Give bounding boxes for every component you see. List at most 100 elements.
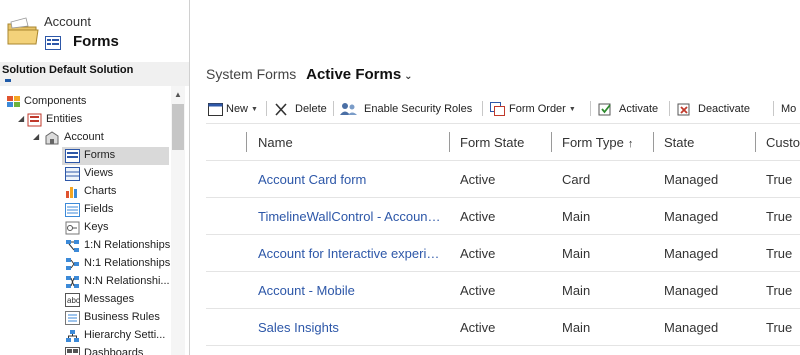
collapse-indicator-icon[interactable] (5, 79, 11, 82)
tree-item-label: Fields (84, 203, 114, 215)
toolbar-separator (266, 101, 267, 116)
tree-item-label: N:N Relationshi... (84, 275, 170, 287)
scroll-up-icon[interactable]: ▲ (174, 90, 182, 99)
activate-button[interactable]: Activate (598, 97, 658, 121)
form-name-link[interactable]: TimelineWallControl - Account Main (258, 209, 444, 224)
solution-tree: Components ◢ Entities ◢ Account Forms Vi… (0, 93, 172, 355)
delete-button[interactable]: Delete (274, 97, 327, 121)
form-order-label: Form Order (509, 103, 566, 115)
tree-item-messages[interactable]: abc Messages (0, 291, 172, 309)
tree-scrollbar[interactable]: ▲ (171, 86, 185, 355)
activate-label: Activate (619, 103, 659, 115)
form-state-cell: Active (460, 246, 496, 261)
tree-item-keys[interactable]: Keys (0, 219, 172, 237)
table-row[interactable]: TimelineWallControl - Account Main Activ… (206, 198, 800, 235)
form-type-cell: Main (562, 320, 591, 335)
toolbar-separator (333, 101, 334, 116)
entity-subtitle: Forms (73, 33, 119, 50)
tree-item-hierarchy-settings[interactable]: Hierarchy Setti... (0, 327, 172, 345)
table-row[interactable]: Account - Mobile Active Main Managed Tru… (206, 272, 800, 309)
new-button[interactable]: New ▼ (208, 97, 258, 121)
column-header-form-state[interactable]: Form State (460, 135, 524, 150)
tree-item-label: N:1 Relationships (84, 257, 171, 269)
security-label: Enable Security Roles (364, 103, 473, 115)
tree-item-components[interactable]: Components (0, 93, 172, 111)
tree-item-label: Forms (84, 149, 116, 161)
state-cell: Managed (664, 320, 719, 335)
solution-title: Solution Default Solution (2, 64, 134, 76)
relationship-icon (66, 258, 79, 270)
column-header-state[interactable]: State (664, 135, 694, 150)
business-rules-icon (65, 311, 80, 325)
form-order-button[interactable]: Form Order ▼ (490, 97, 576, 121)
deactivate-button[interactable]: Deactivate (677, 97, 750, 121)
form-name-link[interactable]: Account Card form (258, 172, 444, 187)
column-header-form-type[interactable]: Form Type ↑ (562, 135, 633, 150)
form-name-link[interactable]: Account - Mobile (258, 283, 444, 298)
column-header-name[interactable]: Name (258, 135, 293, 150)
tree-item-charts[interactable]: Charts (0, 183, 172, 201)
view-selector[interactable]: Active Forms ⌄ (306, 66, 412, 83)
state-cell: Managed (664, 283, 719, 298)
sort-ascending-icon: ↑ (627, 138, 634, 150)
tree-item-label: Keys (84, 221, 109, 233)
new-form-icon (208, 102, 223, 116)
column-separator[interactable] (246, 132, 247, 152)
form-name-link[interactable]: Account for Interactive experience (258, 246, 444, 261)
tree-item-account[interactable]: ◢ Account (0, 129, 172, 147)
svg-text:abc: abc (67, 296, 80, 305)
forms-icon (45, 36, 61, 50)
tree-item-views[interactable]: Views (0, 165, 172, 183)
new-label: New (226, 103, 249, 115)
customizable-cell: True (766, 320, 793, 335)
entity-header: Account Forms (0, 0, 189, 62)
table-row[interactable]: Account for Interactive experience Activ… (206, 235, 800, 272)
delete-x-icon (275, 102, 287, 116)
column-separator[interactable] (653, 132, 654, 152)
tree-item-forms[interactable]: Forms (0, 147, 172, 165)
tree-item-label: Dashboards (84, 347, 144, 355)
tree-item-nn-relationships[interactable]: N:N Relationshi... (0, 273, 172, 291)
table-row[interactable]: Account Card form Active Card Managed Tr… (206, 161, 800, 198)
tree-item-label: Hierarchy Setti... (84, 329, 166, 341)
caret-down-icon: ▼ (568, 105, 576, 113)
components-icon (7, 96, 20, 107)
tree-item-entities[interactable]: ◢ Entities (0, 111, 172, 129)
solution-bar: Solution Default Solution (0, 62, 189, 86)
tree-item-1n-relationships[interactable]: 1:N Relationships (0, 237, 172, 255)
state-cell: Managed (664, 209, 719, 224)
form-state-cell: Active (460, 209, 496, 224)
form-type-cell: Card (562, 172, 591, 187)
caret-down-icon: ▼ (251, 105, 258, 113)
tree-item-label: Account (64, 131, 104, 143)
form-state-cell: Active (460, 320, 496, 335)
customizable-cell: True (766, 172, 793, 187)
relationship-icon (66, 240, 79, 252)
keys-icon (65, 221, 80, 235)
expand-arrow-icon[interactable]: ◢ (18, 114, 24, 123)
column-header-customizable[interactable]: Custo (766, 135, 800, 150)
tree-item-n1-relationships[interactable]: N:1 Relationships (0, 255, 172, 273)
dashboards-icon (65, 347, 80, 355)
column-separator[interactable] (551, 132, 552, 152)
enable-security-roles-button[interactable]: Enable Security Roles (340, 97, 472, 121)
form-state-cell: Active (460, 172, 496, 187)
hierarchy-icon (66, 330, 79, 342)
column-separator[interactable] (449, 132, 450, 152)
scroll-thumb[interactable] (172, 104, 184, 150)
left-navigation-pane: Account Forms Solution Default Solution … (0, 0, 190, 355)
charts-icon (66, 187, 77, 198)
tree-item-fields[interactable]: Fields (0, 201, 172, 219)
views-icon (65, 167, 80, 181)
tree-item-dashboards[interactable]: Dashboards (0, 345, 172, 355)
table-row[interactable]: Sales Insights Active Main Managed True (206, 309, 800, 346)
form-name-link[interactable]: Sales Insights (258, 320, 444, 335)
column-separator[interactable] (755, 132, 756, 152)
breadcrumb-label: System Forms (206, 66, 297, 82)
entity-name: Account (44, 14, 91, 29)
expand-arrow-icon[interactable]: ◢ (33, 132, 39, 141)
more-commands-button[interactable]: Mo (781, 97, 796, 121)
tree-item-business-rules[interactable]: Business Rules (0, 309, 172, 327)
tree-item-label: Charts (84, 185, 117, 197)
activate-icon (598, 103, 611, 116)
